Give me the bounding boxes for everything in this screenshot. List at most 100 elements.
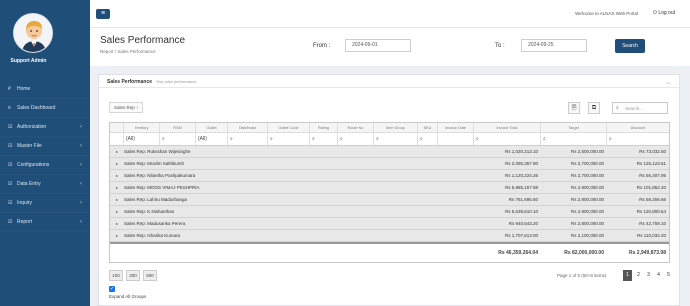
target: Rs 2,900,000.00: [570, 185, 604, 190]
edit-icon: ☑: [8, 143, 13, 149]
top-bar: ≡ Welcome to ALNAS Web Portal ⏻ Log out: [90, 0, 690, 28]
page-button-1[interactable]: 1: [623, 270, 632, 281]
filter-search-icon[interactable]: ⌕: [607, 133, 669, 145]
column-chooser-button[interactable]: ⧉: [588, 102, 600, 114]
sidebar-item-master-file[interactable]: ☑ Master File ‹: [0, 137, 90, 156]
filter-search-icon[interactable]: ⌕: [541, 133, 607, 145]
page-button-2[interactable]: 2: [634, 270, 643, 281]
edit-icon: ☑: [8, 162, 13, 168]
grid-search-input[interactable]: ⌕ Search...: [612, 102, 668, 114]
sidebar-item-configurations[interactable]: ☑ Configurations ‹: [0, 156, 90, 175]
menu-toggle-button[interactable]: ≡: [96, 9, 110, 19]
to-date-input[interactable]: 2024-09-25: [521, 39, 587, 52]
filter-search-icon[interactable]: ⌕: [228, 133, 268, 145]
column-header[interactable]: Outlet Code: [268, 123, 310, 132]
group-row[interactable]: ▸ Sales Rep: Nilantha Pushpakumara Rs 1,…: [110, 170, 669, 182]
page-size-500[interactable]: 500: [143, 270, 157, 281]
sidebar-item-inquiry[interactable]: ☑ Inquiry ‹: [0, 194, 90, 213]
page-size-100[interactable]: 100: [109, 270, 123, 281]
filter-empty[interactable]: [438, 133, 474, 145]
page-button-3[interactable]: 3: [644, 270, 653, 281]
column-header[interactable]: SKU: [418, 123, 438, 132]
expand-arrow-icon[interactable]: ▸: [110, 221, 124, 226]
discount: Rs 59,256.66: [639, 197, 666, 202]
expand-arrow-icon[interactable]: ▸: [110, 197, 124, 202]
user-avatar: [13, 13, 53, 53]
chevron-left-icon: ‹: [80, 219, 82, 225]
group-by-chip[interactable]: Sales Rep ↑: [109, 102, 144, 113]
group-row[interactable]: ▸ Sales Rep: Lahiru Madushanga Rs 761,69…: [110, 194, 669, 206]
page-header: Sales Performance Report / Sales Perform…: [90, 28, 690, 66]
filter-search-icon[interactable]: ⌕: [418, 133, 438, 145]
from-label: From :: [313, 43, 331, 49]
page-button-5[interactable]: 5: [664, 270, 673, 281]
sidebar-item-authorization[interactable]: ☑ Authorization ‹: [0, 118, 90, 137]
sidebar-item-data-entry[interactable]: ☑ Data Entry ‹: [0, 175, 90, 194]
filter-search-icon[interactable]: ⌕: [474, 133, 541, 145]
edit-icon: ☑: [8, 200, 13, 206]
sidebar-item-home[interactable]: # Home: [0, 80, 90, 99]
filter-select[interactable]: (All): [196, 133, 228, 145]
sales-performance-panel: Sales Performance Rep wise performance ︿…: [98, 74, 680, 306]
filter-search-icon[interactable]: ⌕: [310, 133, 338, 145]
document-icon: 🗎: [571, 105, 577, 111]
group-row[interactable]: ▸ Sales Rep: Ruksshan Wijesinghe Rs 1,02…: [110, 146, 669, 158]
column-header[interactable]: Item Group: [374, 123, 418, 132]
export-button[interactable]: 🗎: [568, 102, 580, 114]
page-button-4[interactable]: 4: [654, 270, 663, 281]
page-size-200[interactable]: 200: [126, 270, 140, 281]
sidebar-item-report[interactable]: ☑ Report ‹: [0, 213, 90, 232]
invoice-total: Rs 2,095,357.90: [504, 161, 538, 166]
panel-header: Sales Performance Rep wise performance: [99, 75, 679, 88]
expand-arrow-icon[interactable]: ▸: [110, 149, 124, 154]
total-target: Rs 82,000,000.00: [564, 250, 604, 256]
expand-arrow-icon[interactable]: ▸: [110, 185, 124, 190]
column-header[interactable]: Territory: [124, 123, 160, 132]
column-header[interactable]: Outlet: [196, 123, 228, 132]
grid-search-placeholder: Search...: [625, 106, 644, 111]
group-row[interactable]: ▸ Sales Rep: K.Nishanthan Rs 5,039,610.1…: [110, 206, 669, 218]
chevron-left-icon: ‹: [80, 181, 82, 187]
group-chip-label: Sales Rep: [114, 105, 135, 110]
group-row[interactable]: ▸ Sales Rep: MOOS VIMAJ PESHPRIA Rs 5,98…: [110, 182, 669, 194]
expand-arrow-icon[interactable]: ▸: [110, 209, 124, 214]
logout-link[interactable]: ⏻ Log out: [653, 10, 675, 16]
column-header[interactable]: Route No: [338, 123, 374, 132]
column-header[interactable]: Distributor: [228, 123, 268, 132]
filter-search-icon[interactable]: ⌕: [268, 133, 310, 145]
group-row[interactable]: ▸ Sales Rep: Madusanka Perera Rs 940,543…: [110, 218, 669, 230]
group-row[interactable]: ▸ Sales Rep: Muslim Sathikumh Rs 2,095,3…: [110, 158, 669, 170]
breadcrumb-root[interactable]: Report: [100, 49, 114, 54]
sidebar-item-sales-dashboard[interactable]: ≡ Sales Dashboard: [0, 99, 90, 118]
dashboard-icon: ≡: [8, 105, 11, 111]
expand-arrow-icon[interactable]: ▸: [110, 233, 124, 238]
column-header[interactable]: Rating: [310, 123, 338, 132]
filter-select[interactable]: (All): [124, 133, 160, 145]
filter-search-icon[interactable]: ⌕: [374, 133, 418, 145]
filter-search-icon[interactable]: ⌕: [338, 133, 374, 145]
from-date-input[interactable]: 2024-09-01: [345, 39, 411, 52]
sidebar-item-label: Sales Dashboard: [17, 105, 56, 111]
page-info: Page 1 of 5 (50+8 items): [557, 273, 607, 278]
column-header[interactable]: Target: [541, 123, 607, 132]
sidebar-item-label: Report: [17, 219, 33, 225]
expand-all-checkbox[interactable]: ✓: [109, 286, 115, 292]
filter-search-icon[interactable]: ⌕: [160, 133, 196, 145]
chevron-up-icon[interactable]: ︿: [666, 79, 671, 86]
expand-arrow-icon[interactable]: ▸: [110, 161, 124, 166]
discount: Rs 110,032.20: [637, 233, 666, 238]
grid-filter-row: (All) ⌕ (All) ⌕ ⌕ ⌕ ⌕ ⌕ ⌕ ⌕ ⌕ ⌕: [110, 133, 669, 146]
group-name: Sales Rep: MOOS VIMAJ PESHPRIA: [124, 185, 200, 190]
discount: Rs 56,407.95: [639, 173, 666, 178]
sort-up-icon: ↑: [136, 105, 139, 110]
search-button[interactable]: Search: [615, 39, 645, 53]
expand-arrow-icon[interactable]: ▸: [110, 173, 124, 178]
column-header[interactable]: RSM: [160, 123, 196, 132]
filter-spacer: [110, 133, 124, 145]
column-header[interactable]: Invoice Date: [438, 123, 474, 132]
column-header[interactable]: Invoice Total: [474, 123, 541, 132]
target: Rs 2,500,000.00: [570, 149, 604, 154]
column-header[interactable]: Discount: [607, 123, 669, 132]
page-title: Sales Performance: [100, 35, 186, 46]
group-row[interactable]: ▸ Sales Rep: Isharika Kumara Rs 1,707,61…: [110, 230, 669, 242]
